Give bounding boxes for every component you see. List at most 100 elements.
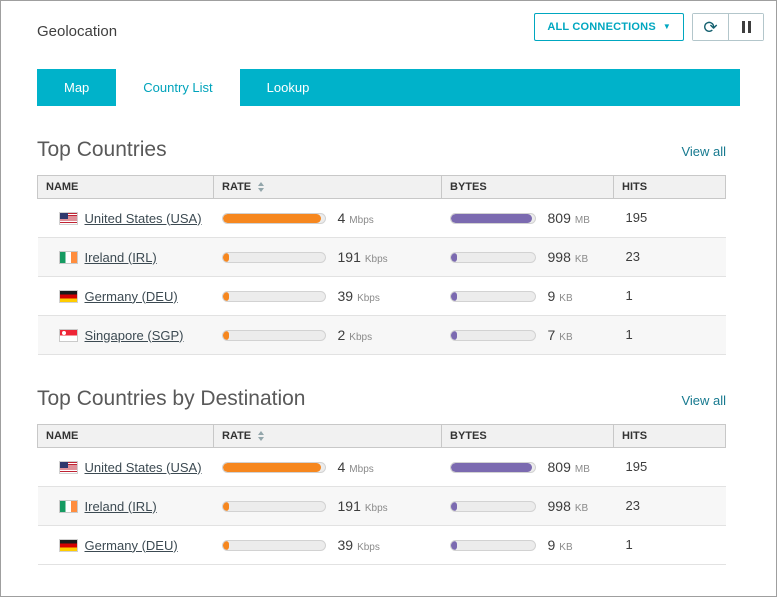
header-controls: ALL CONNECTIONS ▼ ⟳ [534,13,764,41]
hits-value: 1 [622,327,633,342]
column-label: RATE [222,181,251,193]
rate-value: 4 [338,459,346,475]
country-cell: Ireland (IRL) [46,250,206,265]
bytes-value: 998 [548,498,571,514]
rate-unit: Kbps [365,254,388,265]
table-body: United States (USA) 4 Mbps 809 MB 1 [38,448,726,565]
rate-metric: 191 Kbps [222,249,434,265]
bytes-bar [450,213,536,224]
all-connections-dropdown[interactable]: ALL CONNECTIONS ▼ [534,13,684,41]
country-link[interactable]: Germany (DEU) [85,538,178,553]
bytes-bar-fill [451,292,457,301]
bytes-metric: 998 KB [450,498,606,514]
view-all-link[interactable]: View all [681,144,726,159]
country-link[interactable]: Singapore (SGP) [85,328,184,343]
bytes-value: 809 [548,459,571,475]
country-link[interactable]: Ireland (IRL) [85,499,157,514]
content: Top Countries View all NAME RATE BYTES HITS… [1,138,776,565]
rate-value: 2 [338,327,346,343]
country-cell: Germany (DEU) [46,289,206,304]
table-row: Ireland (IRL) 191 Kbps 998 KB 23 [38,238,726,277]
rate-value: 39 [338,537,354,553]
sort-icon [258,431,264,441]
table-body: United States (USA) 4 Mbps 809 MB 1 [38,199,726,355]
pause-icon [742,21,751,33]
column-header-rate[interactable]: RATE [214,425,442,448]
sections: Top Countries View all NAME RATE BYTES HITS… [37,138,726,565]
rate-value: 191 [338,498,361,514]
bytes-bar [450,330,536,341]
pause-button[interactable] [728,14,763,40]
bytes-bar [450,540,536,551]
hits-value: 1 [622,288,633,303]
rate-bar-fill [223,463,322,472]
bytes-unit: KB [559,542,572,553]
rate-bar [222,501,326,512]
country-link[interactable]: United States (USA) [85,460,202,475]
section-title: Top Countries by Destination [37,387,305,411]
bytes-bar-fill [451,541,457,550]
refresh-icon: ⟳ [703,19,717,36]
country-flag-icon [60,330,77,341]
column-header-name: NAME [38,176,214,199]
bytes-bar-fill [451,253,457,262]
all-connections-label: ALL CONNECTIONS [547,21,656,33]
column-label: HITS [622,430,647,442]
rate-value: 191 [338,249,361,265]
bytes-value: 7 [548,327,556,343]
refresh-pause-group: ⟳ [692,13,764,41]
bytes-metric: 9 KB [450,288,606,304]
geolocation-page: Geolocation ALL CONNECTIONS ▼ ⟳ MapCount… [0,0,777,597]
column-label: HITS [622,181,647,193]
section-title: Top Countries [37,138,167,162]
table-row: Singapore (SGP) 2 Kbps 7 KB 1 [38,316,726,355]
column-label: BYTES [450,181,487,193]
country-link[interactable]: Ireland (IRL) [85,250,157,265]
bytes-bar [450,462,536,473]
rate-value: 39 [338,288,354,304]
rate-metric: 4 Mbps [222,210,434,226]
rate-bar-fill [223,331,229,340]
column-label: BYTES [450,430,487,442]
tab-map[interactable]: Map [37,69,116,106]
country-section: Top Countries View all NAME RATE BYTES HITS… [37,138,726,355]
country-flag-icon [60,291,77,302]
rate-bar [222,540,326,551]
refresh-button[interactable]: ⟳ [693,14,728,40]
rate-unit: Kbps [357,542,380,553]
bytes-metric: 7 KB [450,327,606,343]
rate-bar-fill [223,253,229,262]
section-head: Top Countries by Destination View all [37,387,726,411]
tab-country-list[interactable]: Country List [116,69,239,106]
sort-icon [258,182,264,192]
bytes-value: 9 [548,537,556,553]
bytes-value: 998 [548,249,571,265]
rate-metric: 2 Kbps [222,327,434,343]
column-header-bytes: BYTES [442,425,614,448]
column-header-rate[interactable]: RATE [214,176,442,199]
country-link[interactable]: Germany (DEU) [85,289,178,304]
column-header-hits: HITS [614,176,726,199]
rate-bar-fill [223,502,229,511]
hits-value: 195 [622,210,648,225]
table-row: United States (USA) 4 Mbps 809 MB 1 [38,199,726,238]
page-header: Geolocation ALL CONNECTIONS ▼ ⟳ [1,1,776,41]
rate-value: 4 [338,210,346,226]
country-cell: United States (USA) [46,211,206,226]
tab-lookup[interactable]: Lookup [240,69,337,106]
rate-unit: Kbps [357,293,380,304]
country-cell: United States (USA) [46,460,206,475]
chevron-down-icon: ▼ [663,23,671,31]
bytes-bar [450,252,536,263]
section-head: Top Countries View all [37,138,726,162]
column-label: NAME [46,430,78,442]
rate-bar [222,462,326,473]
bytes-metric: 809 MB [450,210,606,226]
column-label: RATE [222,430,251,442]
view-all-link[interactable]: View all [681,393,726,408]
rate-metric: 39 Kbps [222,288,434,304]
bytes-bar [450,291,536,302]
bytes-unit: MB [575,215,590,226]
country-link[interactable]: United States (USA) [85,211,202,226]
bytes-bar-fill [451,463,532,472]
